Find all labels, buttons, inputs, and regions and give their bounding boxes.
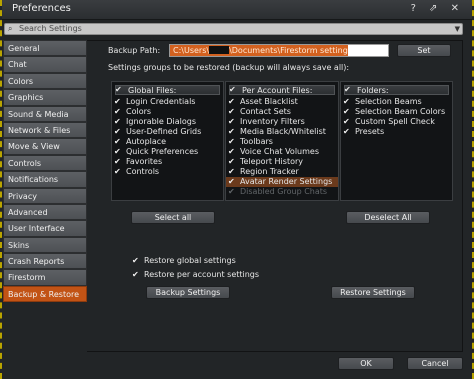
list-item[interactable]: ✔ Selection Beam Colors xyxy=(341,107,452,117)
backup-path-value: C:\Users\ \Documents\Firestorm settings xyxy=(170,45,348,56)
checkmark-icon: ✔ xyxy=(114,157,121,166)
sidebar: General Chat Colors Graphics Sound & Med… xyxy=(3,40,87,303)
list-item[interactable]: ✔ Autoplace xyxy=(112,137,223,147)
checkmark-icon: ✔ xyxy=(343,117,350,126)
list-item[interactable]: ✔ Toolbars xyxy=(226,137,338,147)
global-files-list[interactable]: ✔ Global Files: ✔ Login Credentials ✔ Color… xyxy=(111,81,224,201)
sidebar-item-controls[interactable]: Controls xyxy=(3,154,87,172)
restore-settings-button[interactable]: Restore Settings xyxy=(331,286,415,299)
backup-settings-button[interactable]: Backup Settings xyxy=(146,286,230,299)
checkmark-icon: ✔ xyxy=(114,147,121,156)
checkmark-icon: ✔ xyxy=(343,107,350,116)
checkmark-icon: ✔ xyxy=(229,85,236,94)
checkmark-icon: ✔ xyxy=(343,97,350,106)
sidebar-item-graphics[interactable]: Graphics xyxy=(3,89,87,106)
checkmark-icon: ✔ xyxy=(114,167,121,176)
list-item[interactable]: ✔ Teleport History xyxy=(226,157,338,167)
search-icon: ⌕ xyxy=(8,24,13,33)
groups-label: Settings groups to be restored (backup w… xyxy=(108,63,350,72)
sidebar-item-advanced[interactable]: Advanced xyxy=(3,203,87,221)
list-item[interactable]: ✔ Presets xyxy=(341,127,452,137)
list-item[interactable]: ✔ Inventory Filters xyxy=(226,117,338,127)
checkmark-icon: ✔ xyxy=(132,256,139,265)
checkmark-icon: ✔ xyxy=(228,127,235,136)
sidebar-item-privacy[interactable]: Privacy xyxy=(3,187,87,204)
dialog-footer xyxy=(2,352,472,379)
select-all-button[interactable]: Select all xyxy=(131,211,215,224)
set-button[interactable]: Set xyxy=(397,44,451,57)
list-item[interactable]: ✔ User-Defined Grids xyxy=(112,127,223,137)
checkmark-icon: ✔ xyxy=(343,127,350,136)
sidebar-item-sound-media[interactable]: Sound & Media xyxy=(3,105,87,122)
checkmark-icon: ✔ xyxy=(228,177,235,186)
checkmark-icon: ✔ xyxy=(228,107,235,116)
redacted-username xyxy=(209,46,230,54)
window-controls-icons[interactable]: ? ⇗ ✕ xyxy=(411,3,464,14)
checkmark-icon: ✔ xyxy=(228,147,235,156)
checkmark-icon: ✔ xyxy=(228,97,235,106)
sidebar-item-notifications[interactable]: Notifications xyxy=(3,171,87,188)
checkmark-icon: ✔ xyxy=(114,137,121,146)
list-item[interactable]: ✔ Colors xyxy=(112,107,223,117)
list-item[interactable]: ✔ Custom Spell Check xyxy=(341,117,452,127)
search-settings-input[interactable]: ⌕ Search Settings ▼ xyxy=(4,23,463,35)
checkmark-icon: ✔ xyxy=(132,270,139,279)
list-item-disabled: ✔ Disabled Group Chats xyxy=(228,187,328,196)
title-bar[interactable]: Preferences ? ⇗ ✕ xyxy=(2,0,472,20)
list-item[interactable]: ✔ Login Credentials xyxy=(112,97,223,107)
list-item[interactable]: ✔ Contact Sets xyxy=(226,107,338,117)
checkmark-icon: ✔ xyxy=(115,85,122,94)
checkmark-icon: ✔ xyxy=(228,187,235,196)
ok-button[interactable]: OK xyxy=(338,357,394,370)
checkmark-icon: ✔ xyxy=(228,167,235,176)
deselect-all-button[interactable]: Deselect All xyxy=(346,211,430,224)
search-placeholder: Search Settings xyxy=(19,24,82,33)
sidebar-item-colors[interactable]: Colors xyxy=(3,72,87,90)
list-item[interactable]: ✔ Selection Beams xyxy=(341,97,452,107)
list-item[interactable]: ✔ Region Tracker xyxy=(226,167,338,177)
list-item[interactable]: ✔ Controls xyxy=(112,167,223,177)
backup-path-field[interactable]: C:\Users\ \Documents\Firestorm settings xyxy=(169,44,389,57)
checkmark-icon: ✔ xyxy=(344,85,351,94)
list-item[interactable]: ✔ Ignorable Dialogs xyxy=(112,117,223,127)
restore-global-checkbox[interactable]: ✔ Restore global settings xyxy=(132,256,236,265)
list-item[interactable]: ✔ Favorites xyxy=(112,157,223,167)
checkmark-icon: ✔ xyxy=(114,117,121,126)
list-item[interactable]: ✔ Media Black/Whitelist xyxy=(226,127,338,137)
sidebar-item-skins[interactable]: Skins xyxy=(3,236,87,254)
sidebar-item-firestorm[interactable]: Firestorm xyxy=(3,269,87,286)
list-item[interactable]: ✔ Asset Blacklist xyxy=(226,97,338,107)
cancel-button[interactable]: Cancel xyxy=(407,357,463,370)
sidebar-item-network-files[interactable]: Network & Files xyxy=(3,121,87,139)
checkmark-icon: ✔ xyxy=(114,127,121,136)
sidebar-item-move-view[interactable]: Move & View xyxy=(3,138,87,155)
sidebar-item-chat[interactable]: Chat xyxy=(3,56,87,73)
sidebar-item-general[interactable]: General xyxy=(3,40,87,57)
per-account-files-list[interactable]: ✔ Per Account Files: ✔ Asset Blacklist ✔ Co… xyxy=(225,81,339,201)
list-item[interactable]: ✔ Voice Chat Volumes xyxy=(226,147,338,157)
folders-list[interactable]: ✔ Folders: ✔ Selection Beams ✔ Selection Be… xyxy=(340,81,453,201)
per-account-files-header[interactable]: ✔ Per Account Files: xyxy=(229,85,335,95)
list-item-selected[interactable]: ✔ Avatar Render Settings xyxy=(226,177,338,187)
checkmark-icon: ✔ xyxy=(114,97,121,106)
list-item[interactable]: ✔ Quick Preferences xyxy=(112,147,223,157)
backup-path-label: Backup Path: xyxy=(108,46,161,55)
window-title: Preferences xyxy=(12,3,71,14)
chevron-down-icon[interactable]: ▼ xyxy=(455,24,460,34)
checkmark-icon: ✔ xyxy=(228,137,235,146)
sidebar-item-user-interface[interactable]: User Interface xyxy=(3,220,87,237)
checkmark-icon: ✔ xyxy=(114,107,121,116)
sidebar-item-backup-restore[interactable]: Backup & Restore xyxy=(3,285,87,303)
checkmark-icon: ✔ xyxy=(228,117,235,126)
checkmark-icon: ✔ xyxy=(228,157,235,166)
restore-account-checkbox[interactable]: ✔ Restore per account settings xyxy=(132,270,259,279)
folders-header[interactable]: ✔ Folders: xyxy=(344,85,449,95)
sidebar-item-crash-reports[interactable]: Crash Reports xyxy=(3,253,87,270)
global-files-header[interactable]: ✔ Global Files: xyxy=(115,85,220,95)
